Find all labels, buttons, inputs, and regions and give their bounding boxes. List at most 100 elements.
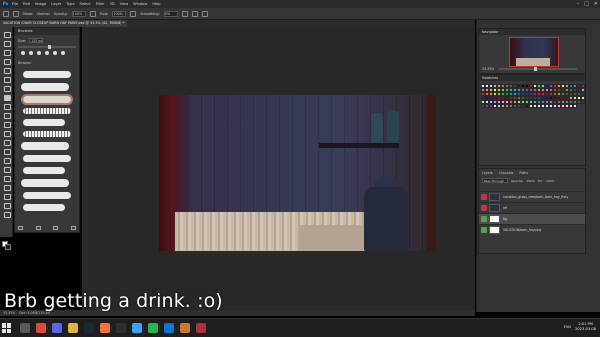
tab-layers[interactable]: Layers — [482, 171, 493, 175]
brush-tip-4[interactable] — [45, 51, 49, 55]
menu-edit[interactable]: Edit — [23, 2, 30, 6]
visibility-eye-icon[interactable] — [481, 205, 487, 211]
game-icon[interactable] — [196, 323, 206, 333]
history-brush-tool-icon[interactable] — [3, 112, 11, 119]
brush-preset-selected[interactable] — [21, 94, 73, 105]
marquee-tool-icon[interactable] — [3, 40, 11, 47]
brush-tip-3[interactable] — [37, 51, 41, 55]
discord-icon[interactable] — [52, 323, 62, 333]
document-tab[interactable]: VACATION CHAIR CLOSEUP BARN HAY PAINT.ps… — [0, 20, 128, 27]
brush-preset[interactable] — [23, 131, 71, 137]
vscode-icon[interactable] — [164, 323, 174, 333]
menu-file[interactable]: File — [12, 2, 18, 6]
navigator-zoom-slider[interactable] — [499, 67, 577, 71]
menu-image[interactable]: Image — [35, 2, 46, 6]
menu-select[interactable]: Select — [80, 2, 91, 6]
move-tool-icon[interactable] — [3, 31, 11, 38]
brush-size-field[interactable]: 125 px — [29, 38, 44, 43]
brush-preset-icon[interactable] — [13, 10, 19, 17]
new-brush-icon[interactable] — [53, 226, 59, 230]
search-icon[interactable] — [20, 323, 30, 333]
brush-tip-1[interactable] — [21, 51, 25, 55]
layer-fill-value[interactable]: 100% — [546, 179, 555, 183]
shape-tool-icon[interactable] — [3, 184, 11, 191]
layer-row-selected[interactable]: bg — [479, 213, 585, 224]
delete-trash-icon[interactable] — [70, 226, 76, 230]
blur-tool-icon[interactable] — [3, 139, 11, 146]
menu-help[interactable]: Help — [152, 2, 160, 6]
clock[interactable]: 2:51 PM 2023-03-08 — [575, 322, 596, 332]
menu-type[interactable]: Type — [66, 2, 74, 6]
layer-row[interactable]: ref — [479, 202, 585, 213]
paint-icon[interactable] — [180, 323, 190, 333]
opacity-field[interactable]: 100% — [71, 10, 86, 17]
flow-field[interactable]: 100% — [112, 10, 127, 17]
smoothing-settings-gear-icon[interactable] — [181, 10, 188, 17]
brush-settings-icon[interactable] — [18, 226, 23, 230]
background-color[interactable] — [5, 244, 11, 250]
brush-tool-icon[interactable] — [3, 94, 11, 101]
eyedropper-tool-icon[interactable] — [3, 76, 11, 83]
navigator-thumbnail[interactable] — [509, 37, 559, 67]
steam-icon[interactable] — [84, 323, 94, 333]
symmetry-icon[interactable] — [201, 10, 208, 17]
gradient-tool-icon[interactable] — [3, 130, 11, 137]
hand-tool-icon[interactable] — [3, 193, 11, 200]
airbrush-icon[interactable] — [130, 10, 137, 17]
healing-brush-tool-icon[interactable] — [3, 85, 11, 92]
brush-tip-6[interactable] — [61, 51, 65, 55]
brush-preset[interactable] — [23, 155, 71, 162]
brush-preset[interactable] — [23, 71, 71, 78]
dodge-tool-icon[interactable] — [3, 148, 11, 155]
brush-preset[interactable] — [21, 142, 69, 150]
pen-tool-icon[interactable] — [3, 157, 11, 164]
type-tool-icon[interactable] — [3, 166, 11, 173]
crop-tool-icon[interactable] — [3, 67, 11, 74]
quick-select-tool-icon[interactable] — [3, 58, 11, 65]
brush-preset[interactable] — [23, 108, 71, 114]
lasso-tool-icon[interactable] — [3, 49, 11, 56]
brush-preset[interactable] — [21, 83, 69, 91]
smoothing-field[interactable]: 0% — [163, 10, 178, 17]
mode-select[interactable]: Normal — [37, 12, 49, 16]
pressure-opacity-icon[interactable] — [89, 10, 96, 17]
visibility-eye-icon[interactable] — [481, 216, 487, 222]
layer-row[interactable]: VACATION/barn_hay.png — [479, 224, 585, 235]
obs-icon[interactable] — [116, 323, 126, 333]
spotify-icon[interactable] — [148, 323, 158, 333]
brush-tip-2[interactable] — [29, 51, 33, 55]
visibility-eye-icon[interactable] — [481, 227, 487, 233]
brush-preset[interactable] — [23, 192, 71, 199]
brush-preset[interactable] — [21, 179, 69, 187]
language-indicator[interactable]: ENG — [564, 325, 571, 329]
brush-preset[interactable] — [23, 119, 65, 126]
menu-3d[interactable]: 3D — [110, 2, 115, 6]
color-swatch[interactable] — [581, 100, 585, 104]
chrome-icon[interactable] — [36, 323, 46, 333]
color-swatch[interactable] — [573, 104, 577, 108]
minimize-button[interactable]: – — [577, 1, 580, 7]
explorer-icon[interactable] — [68, 323, 78, 333]
tab-channels[interactable]: Channels — [499, 171, 514, 175]
path-select-tool-icon[interactable] — [3, 175, 11, 182]
eraser-tool-icon[interactable] — [3, 121, 11, 128]
brush-preset[interactable] — [23, 167, 65, 174]
brush-size-slider[interactable] — [18, 45, 76, 49]
navigator-zoom[interactable]: 33.33% — [482, 67, 494, 71]
document-canvas[interactable] — [159, 95, 436, 251]
menu-layer[interactable]: Layer — [51, 2, 61, 6]
windows-start-icon[interactable] — [2, 323, 12, 333]
more-tools-icon[interactable] — [3, 211, 11, 218]
layer-row[interactable]: vacation_grass_new/barn_barn_hay_frsty — [479, 191, 585, 202]
menu-filter[interactable]: Filter — [96, 2, 105, 6]
clone-stamp-tool-icon[interactable] — [3, 103, 11, 110]
zoom-tool-icon[interactable] — [3, 202, 11, 209]
menu-view[interactable]: View — [120, 2, 129, 6]
visibility-eye-icon[interactable] — [481, 194, 487, 200]
blend-mode-select[interactable]: Pass Through — [482, 178, 508, 183]
brush-preset[interactable] — [23, 204, 65, 211]
tab-paths[interactable]: Paths — [519, 171, 528, 175]
photoshop-icon[interactable] — [132, 323, 142, 333]
firefox-icon[interactable] — [100, 323, 110, 333]
maximize-button[interactable]: □ — [584, 1, 589, 7]
